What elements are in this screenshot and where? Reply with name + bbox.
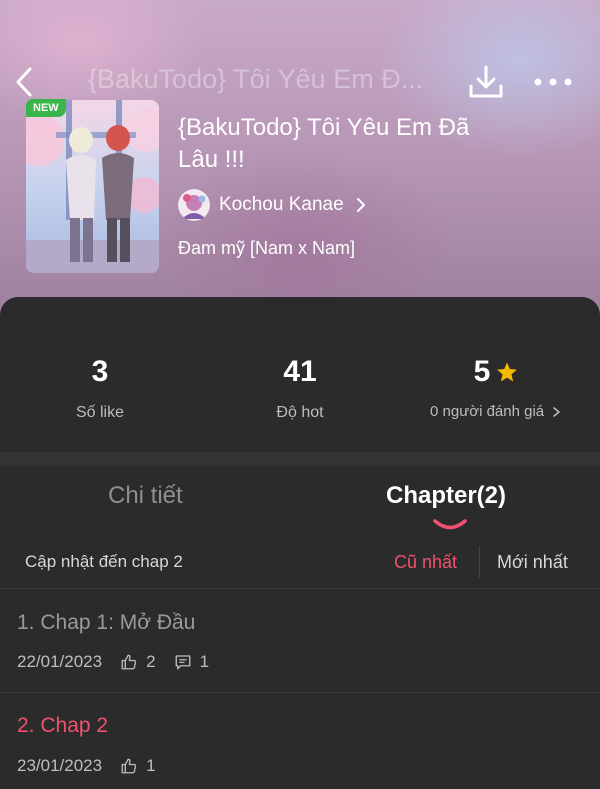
- author-name: Kochou Kanae: [219, 194, 344, 215]
- chapter-likes: 1: [146, 756, 156, 775]
- chapter-meta: 22/01/2023 2 1: [17, 652, 209, 672]
- more-dots-icon: [534, 78, 572, 86]
- sort-separator: [479, 546, 480, 578]
- update-status: Cập nhật đến chap 2: [25, 552, 183, 571]
- book-cover-image[interactable]: [26, 100, 159, 273]
- thumbs-up-icon: [121, 758, 137, 774]
- chapter-date: 23/01/2023: [17, 756, 103, 775]
- rating-count-label: 0 người đánh giá: [430, 403, 545, 420]
- chapter-title: 1. Chap 1: Mở Đầu: [17, 611, 196, 634]
- chapter-date: 22/01/2023: [17, 652, 103, 671]
- header-banner: {BakuTodo} Tôi Yêu Em Đ... NEW {BakuTodo…: [0, 0, 600, 330]
- author-avatar: [178, 189, 210, 221]
- chevron-right-icon: [553, 406, 560, 417]
- back-button[interactable]: [10, 64, 38, 100]
- genre-label: Đam mỹ [Nam x Nam]: [178, 238, 356, 258]
- section-divider: [0, 452, 600, 466]
- chapter-comments: 1: [199, 652, 210, 671]
- book-title: {BakuTodo} Tôi Yêu Em Đã Lâu !!!: [178, 114, 470, 173]
- sort-oldest-button[interactable]: Cũ nhất: [394, 552, 457, 573]
- header-title: {BakuTodo} Tôi Yêu Em Đ...: [88, 64, 424, 94]
- chapter-title: 2. Chap 2: [17, 714, 109, 737]
- hot-stat: 41 Độ hot: [255, 354, 345, 422]
- star-icon: [497, 362, 518, 382]
- hot-label: Độ hot: [276, 404, 324, 421]
- sort-newest-button[interactable]: Mới nhất: [497, 552, 568, 573]
- author-link[interactable]: Kochou Kanae: [178, 188, 366, 222]
- active-tab-indicator: [433, 519, 467, 530]
- likes-count: 3: [91, 355, 109, 388]
- likes-stat: 3 Số like: [60, 354, 140, 422]
- ratings-link[interactable]: 0 người đánh giá: [430, 403, 562, 420]
- chevron-right-icon: [356, 198, 365, 212]
- more-options-button[interactable]: [532, 70, 574, 94]
- rating-stat: 5: [466, 354, 526, 390]
- tab-chapters[interactable]: Chapter(2): [386, 482, 506, 510]
- comment-icon: [175, 655, 190, 670]
- likes-label: Số like: [75, 404, 125, 421]
- hot-count: 41: [283, 355, 317, 388]
- download-button[interactable]: [466, 62, 506, 102]
- chevron-left-icon: [16, 67, 32, 97]
- thumbs-up-icon: [121, 654, 137, 670]
- download-icon: [469, 65, 503, 98]
- chapter-likes: 2: [146, 652, 156, 671]
- new-badge: NEW: [26, 99, 66, 117]
- rating-value: 5: [473, 355, 491, 388]
- tab-details[interactable]: Chi tiết: [108, 482, 183, 510]
- chapter-meta: 23/01/2023 1: [17, 756, 156, 776]
- divider: [0, 588, 600, 589]
- divider: [0, 692, 600, 693]
